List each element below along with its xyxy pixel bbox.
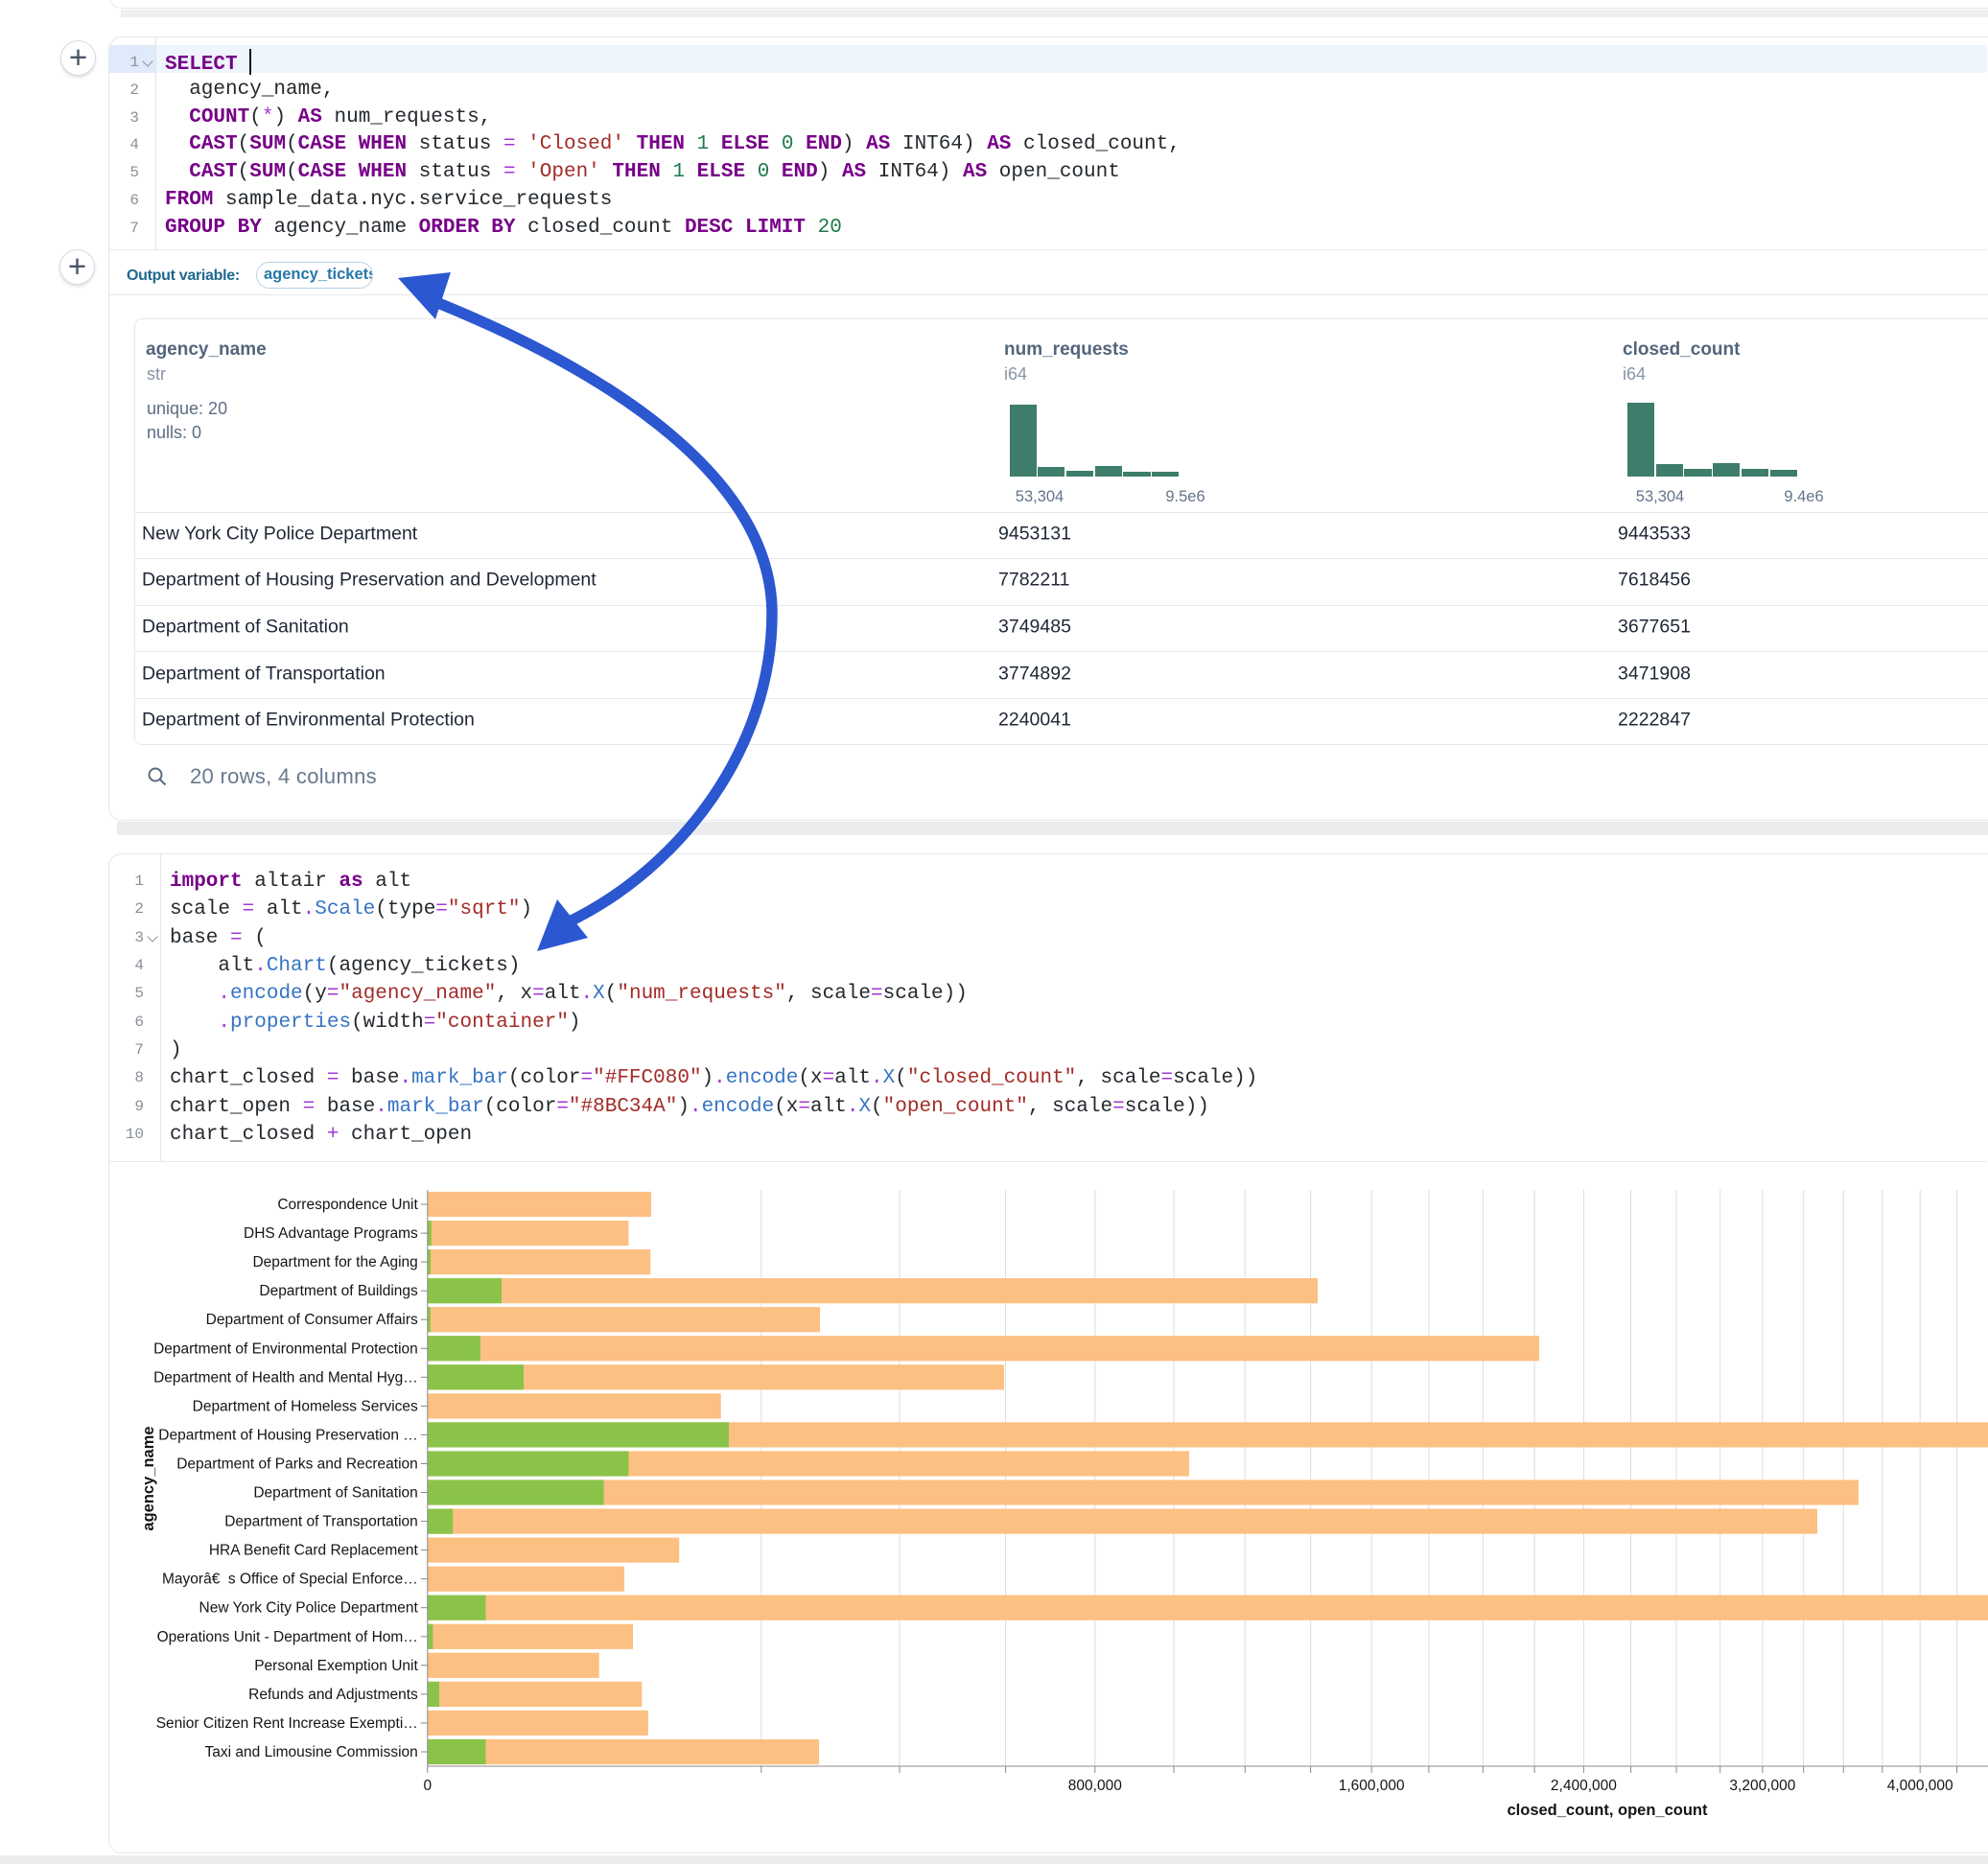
svg-text:Personal Exemption Unit: Personal Exemption Unit <box>254 1658 418 1674</box>
svg-text:800,000: 800,000 <box>1068 1778 1122 1794</box>
svg-text:Senior Citizen Rent Increase E: Senior Citizen Rent Increase Exempti… <box>156 1715 418 1732</box>
svg-text:Department of Parks and Recrea: Department of Parks and Recreation <box>176 1456 418 1473</box>
svg-text:Department of Consumer Affairs: Department of Consumer Affairs <box>206 1312 418 1328</box>
svg-text:Operations Unit - Department o: Operations Unit - Department of Hom… <box>157 1629 418 1645</box>
svg-text:Mayorâ€ s Office of Special E: Mayorâ€ s Office of Special Enforce… <box>162 1572 418 1588</box>
svg-text:2,400,000: 2,400,000 <box>1551 1778 1617 1794</box>
svg-text:Refunds and Adjustments: Refunds and Adjustments <box>248 1687 418 1703</box>
svg-text:3,200,000: 3,200,000 <box>1729 1778 1795 1794</box>
svg-text:Department of Health and Menta: Department of Health and Mental Hyg… <box>153 1369 418 1386</box>
svg-text:HRA Benefit Card Replacement: HRA Benefit Card Replacement <box>209 1543 419 1559</box>
svg-text:DHS Advantage Programs: DHS Advantage Programs <box>244 1225 418 1242</box>
svg-text:Department of Homeless Service: Department of Homeless Services <box>193 1398 418 1414</box>
svg-text:closed_count, open_count: closed_count, open_count <box>1507 1802 1708 1819</box>
svg-text:Department of Sanitation: Department of Sanitation <box>253 1485 417 1502</box>
svg-text:0: 0 <box>423 1778 432 1794</box>
svg-text:4,000,000: 4,000,000 <box>1887 1778 1953 1794</box>
svg-text:Taxi and Limousine Commission: Taxi and Limousine Commission <box>205 1744 418 1760</box>
svg-text:Department of Transportation: Department of Transportation <box>224 1514 418 1530</box>
svg-text:Correspondence Unit: Correspondence Unit <box>277 1197 418 1213</box>
svg-text:Department of Housing Preserva: Department of Housing Preservation … <box>158 1427 418 1443</box>
svg-text:Department of Environmental Pr: Department of Environmental Protection <box>153 1340 418 1357</box>
svg-text:Department for the Aging: Department for the Aging <box>252 1254 417 1270</box>
svg-text:New York City Police Departmen: New York City Police Department <box>199 1600 419 1617</box>
svg-text:Department of Buildings: Department of Buildings <box>259 1283 418 1299</box>
svg-text:1,600,000: 1,600,000 <box>1339 1778 1405 1794</box>
svg-text:agency_name: agency_name <box>140 1426 157 1530</box>
